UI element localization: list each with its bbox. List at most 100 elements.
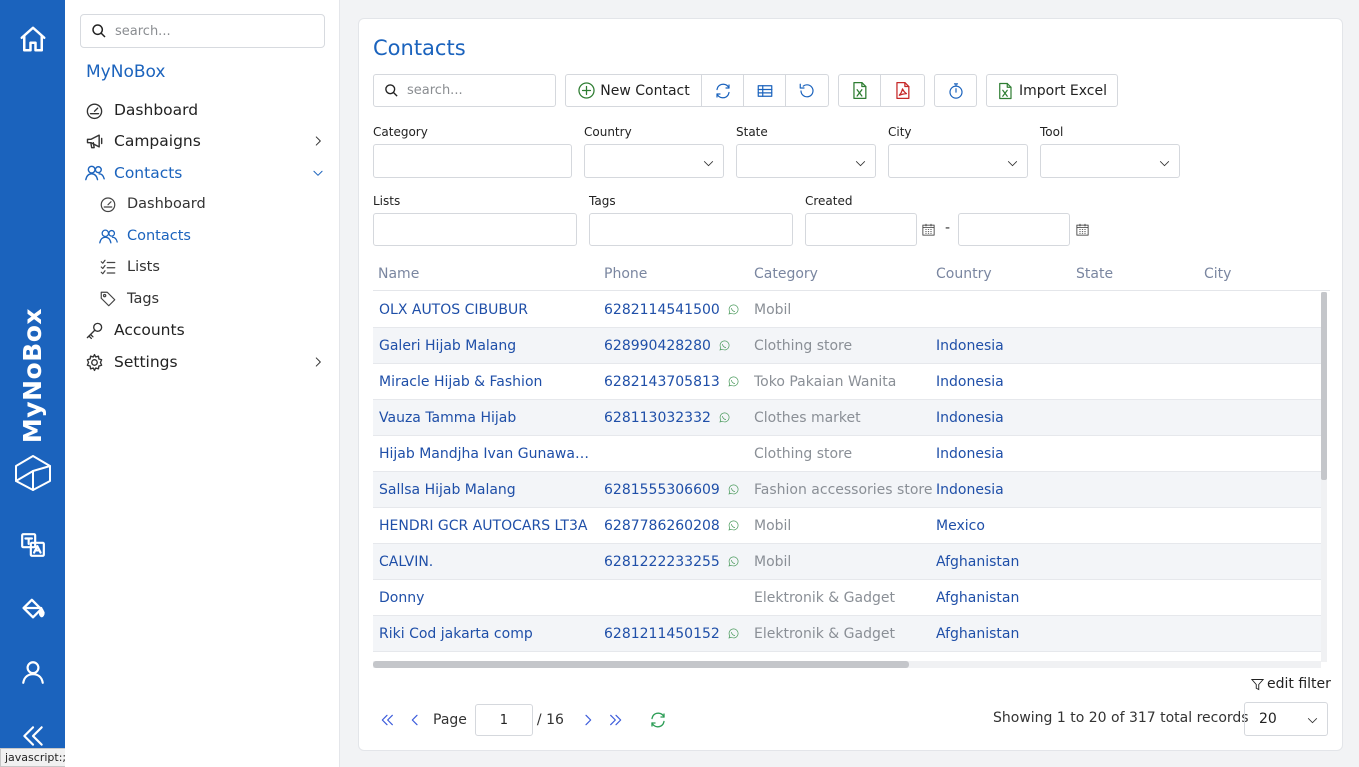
table-vertical-scrollbar[interactable] [1321, 292, 1327, 662]
filter-label-tags: Tags [589, 194, 616, 208]
column-header-state[interactable]: State [1076, 266, 1113, 282]
sidebar-search-input[interactable] [115, 23, 315, 39]
contact-name[interactable]: CALVIN. [379, 554, 589, 570]
user-icon[interactable] [0, 657, 65, 687]
contact-category: Mobil [754, 554, 792, 570]
sidebar-item-accounts[interactable]: Accounts [85, 317, 325, 343]
city-filter-select[interactable] [888, 144, 1028, 178]
table-row[interactable]: OLX AUTOS CIBUBUR 6282114541500 Mobil [373, 292, 1321, 328]
whatsapp-icon[interactable] [718, 412, 730, 424]
brand-vertical: MyNoBox [18, 307, 48, 443]
whatsapp-icon[interactable] [727, 556, 739, 568]
import-excel-button[interactable]: Import Excel [987, 75, 1117, 106]
search-icon [385, 84, 398, 97]
column-header-category[interactable]: Category [754, 266, 818, 282]
logo-cube-icon [0, 452, 65, 494]
contacts-table-body: OLX AUTOS CIBUBUR 6282114541500 Mobil Ga… [373, 292, 1321, 662]
scrollbar-thumb[interactable] [1321, 292, 1327, 480]
page-number-input[interactable]: 1 [474, 704, 533, 736]
contact-name[interactable]: Galeri Hijab Malang [379, 338, 589, 354]
scrollbar-thumb[interactable] [373, 661, 909, 668]
sidebar-subitem-contacts[interactable]: Contacts [99, 224, 191, 248]
export-excel-button[interactable] [839, 75, 881, 106]
tags-filter-input[interactable] [589, 213, 793, 246]
contact-name[interactable]: OLX AUTOS CIBUBUR [379, 302, 589, 318]
contacts-search[interactable] [373, 74, 556, 107]
table-view-button[interactable] [744, 75, 786, 106]
country-filter-select[interactable] [584, 144, 724, 178]
next-page-button[interactable] [574, 712, 602, 728]
table-row[interactable]: Sallsa Hijab Malang 6281555306609 Fashio… [373, 472, 1321, 508]
whatsapp-icon[interactable] [727, 484, 739, 496]
new-contact-button[interactable]: New Contact [566, 75, 702, 106]
whatsapp-icon[interactable] [718, 340, 730, 352]
contact-name[interactable]: Sallsa Hijab Malang [379, 482, 589, 498]
contact-name[interactable]: Donny [379, 590, 589, 606]
contact-phone: 6282143705813 [604, 374, 739, 390]
refresh-button[interactable] [644, 711, 672, 729]
contact-phone: 628113032332 [604, 410, 730, 426]
lists-filter-input[interactable] [373, 213, 577, 246]
table-row[interactable]: Galeri Hijab Malang 628990428280 Clothin… [373, 328, 1321, 364]
table-icon [757, 84, 772, 97]
prev-page-button[interactable] [401, 712, 429, 728]
contact-name[interactable]: Vauza Tamma Hijab [379, 410, 589, 426]
category-filter-input[interactable] [373, 144, 572, 178]
sidebar-item-campaigns[interactable]: Campaigns [85, 128, 325, 154]
edit-filter-link[interactable]: edit filter [1250, 676, 1331, 692]
table-row[interactable]: Hijab Mandjha Ivan Gunawan … Clothing st… [373, 436, 1321, 472]
contact-name[interactable]: Hijab Mandjha Ivan Gunawan … [379, 446, 589, 462]
contact-name[interactable]: HENDRI GCR AUTOCARS LT3A [379, 518, 589, 534]
table-row[interactable]: CALVIN. 6281222233255 Mobil Afghanistan [373, 544, 1321, 580]
sidebar-item-contacts[interactable]: Contacts [85, 160, 325, 186]
contact-name[interactable]: Miracle Hijab & Fashion [379, 374, 589, 390]
table-row[interactable]: Donny Elektronik & Gadget Afghanistan [373, 580, 1321, 616]
contact-name[interactable]: Riki Cod jakarta comp [379, 626, 589, 642]
state-filter-select[interactable] [736, 144, 876, 178]
table-row[interactable]: Miracle Hijab & Fashion 6282143705813 To… [373, 364, 1321, 400]
export-pdf-button[interactable] [881, 75, 924, 106]
whatsapp-icon[interactable] [727, 628, 739, 640]
whatsapp-icon[interactable] [727, 520, 739, 532]
table-horizontal-scrollbar[interactable] [373, 661, 1321, 668]
sync-icon [715, 83, 730, 98]
reload-button[interactable] [786, 75, 828, 106]
calendar-icon[interactable] [1075, 222, 1090, 241]
translate-icon[interactable] [0, 530, 65, 560]
timer-button[interactable] [935, 75, 976, 106]
column-header-country[interactable]: Country [936, 266, 992, 282]
tool-filter-select[interactable] [1040, 144, 1180, 178]
whatsapp-icon[interactable] [727, 376, 739, 388]
first-page-button[interactable] [373, 712, 401, 728]
filter-label-state: State [736, 125, 768, 139]
table-row[interactable]: Vauza Tamma Hijab 628113032332 Clothes m… [373, 400, 1321, 436]
created-to-input[interactable] [958, 213, 1070, 246]
collapse-icon[interactable] [0, 722, 65, 750]
timer-action [934, 74, 977, 107]
table-row[interactable]: Riki Cod jakarta comp 6281211450152 Elek… [373, 616, 1321, 652]
last-page-button[interactable] [602, 712, 630, 728]
chevron-left-icon [411, 714, 418, 726]
contact-country: Mexico [936, 518, 985, 534]
sidebar-subitem-lists[interactable]: Lists [99, 255, 160, 279]
sidebar-subitem-dashboard[interactable]: Dashboard [99, 192, 206, 216]
sync-button[interactable] [702, 75, 744, 106]
table-row[interactable]: HENDRI GCR AUTOCARS LT3A 6287786260208 M… [373, 508, 1321, 544]
home-icon[interactable] [0, 22, 65, 56]
column-header-name[interactable]: Name [378, 266, 419, 282]
column-header-phone[interactable]: Phone [604, 266, 647, 282]
sidebar-subitem-tags[interactable]: Tags [99, 287, 159, 311]
sidebar-item-settings[interactable]: Settings [85, 349, 325, 375]
created-from-input[interactable] [805, 213, 917, 246]
sidebar-search[interactable] [80, 14, 325, 48]
contact-category: Mobil [754, 518, 792, 534]
paint-bucket-icon[interactable] [0, 593, 65, 623]
contact-phone: 628990428280 [604, 338, 730, 354]
contacts-search-input[interactable] [407, 83, 547, 98]
whatsapp-icon[interactable] [727, 304, 739, 316]
sidebar-item-dashboard[interactable]: Dashboard [85, 97, 325, 123]
column-header-city[interactable]: City [1204, 266, 1231, 282]
gauge-icon [85, 101, 107, 120]
calendar-icon[interactable] [921, 222, 936, 241]
page-size-select[interactable]: 20 [1244, 702, 1328, 736]
